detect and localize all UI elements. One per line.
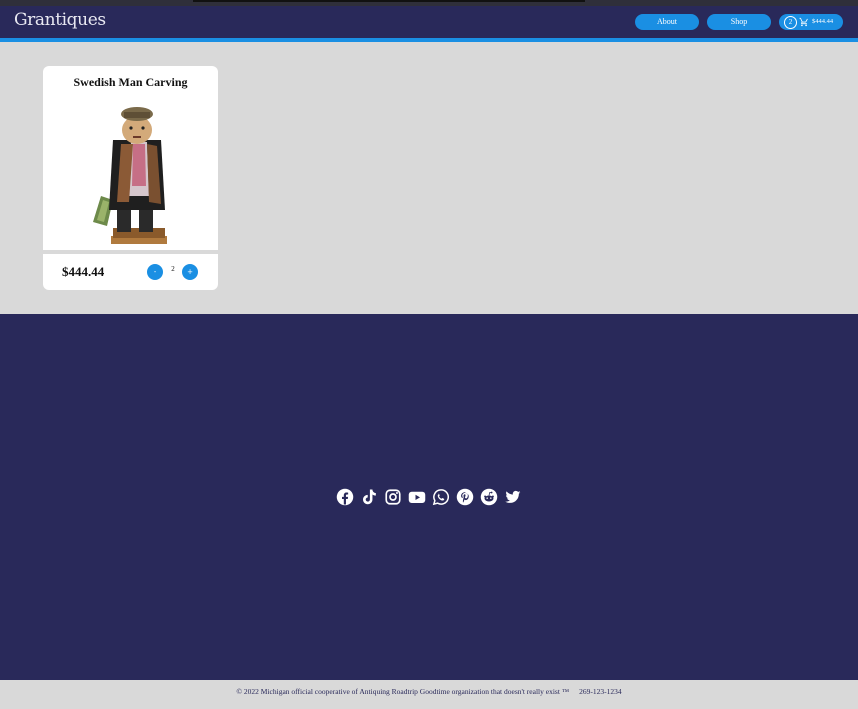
cart-count-badge: 2 <box>784 15 797 29</box>
top-strip-bar <box>193 0 585 2</box>
copyright-bar: © 2022 Michigan official cooperative of … <box>0 680 858 709</box>
product-price: $444.44 <box>62 264 105 279</box>
reddit-icon[interactable] <box>480 488 498 506</box>
pinterest-icon[interactable] <box>456 488 474 506</box>
youtube-icon[interactable] <box>408 488 426 506</box>
phone-number[interactable]: 269-123-1234 <box>579 687 622 696</box>
increment-quantity-button[interactable]: + <box>182 264 198 280</box>
shop-button[interactable]: Shop <box>707 14 771 30</box>
quantity-value: 2 <box>171 265 175 273</box>
copyright-notice: © 2022 Michigan official cooperative of … <box>236 687 570 696</box>
decrement-quantity-button[interactable]: - <box>147 264 163 280</box>
product-image[interactable] <box>91 104 171 246</box>
product-title: Swedish Man Carving <box>73 75 188 89</box>
social-links <box>0 488 858 506</box>
facebook-icon[interactable] <box>336 488 354 506</box>
tiktok-icon[interactable] <box>360 488 378 506</box>
copyright-text: © 2022 Michigan official cooperative of … <box>0 687 858 696</box>
navbar: Grantiques About Shop 2 $444.44 <box>0 6 858 38</box>
instagram-icon[interactable] <box>384 488 402 506</box>
card-divider <box>43 250 218 254</box>
cart-button[interactable]: 2 $444.44 <box>779 14 843 30</box>
product-grid: Swedish Man Carving $444.44 - 2 + <box>0 42 858 314</box>
about-button[interactable]: About <box>635 14 699 30</box>
footer <box>0 314 858 680</box>
whatsapp-icon[interactable] <box>432 488 450 506</box>
cart-total: $444.44 <box>812 18 834 25</box>
product-card: Swedish Man Carving $444.44 - 2 + <box>43 66 218 290</box>
shopping-cart-icon <box>799 17 808 27</box>
twitter-icon[interactable] <box>504 488 522 506</box>
brand-logo[interactable]: Grantiques <box>14 10 106 30</box>
